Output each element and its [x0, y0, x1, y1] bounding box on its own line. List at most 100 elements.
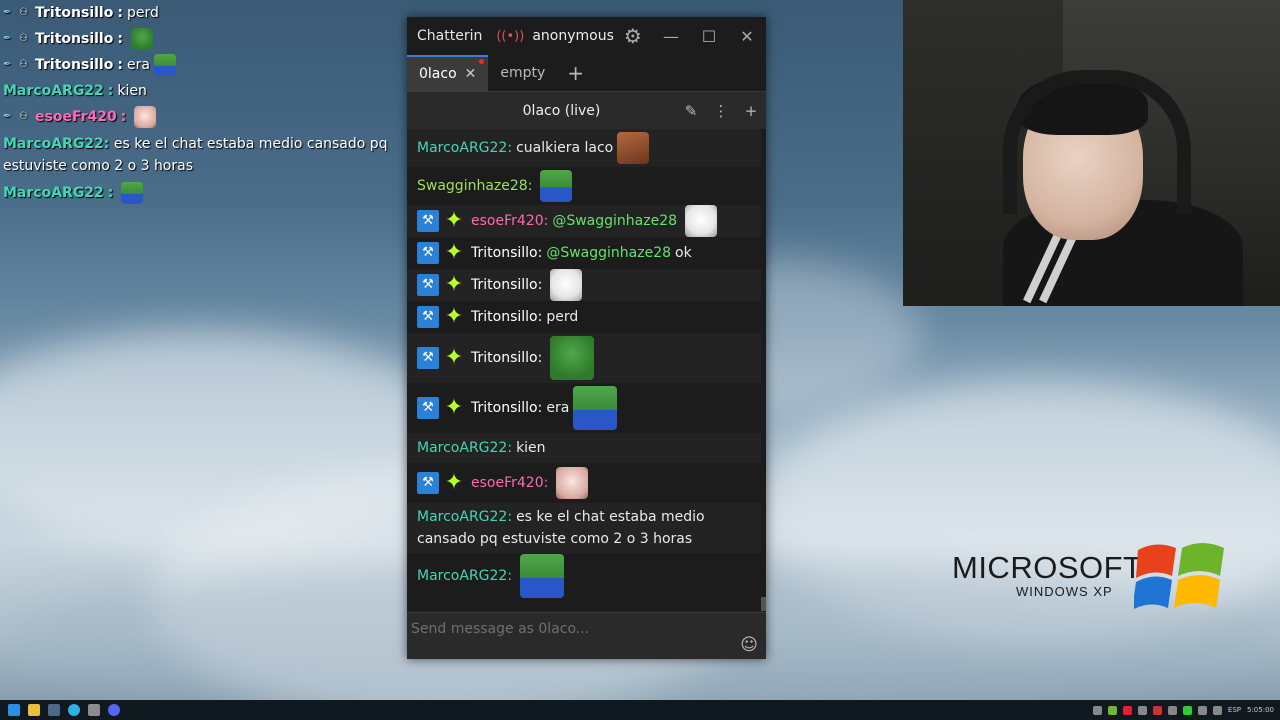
- vip-badge-icon[interactable]: ✦: [443, 397, 465, 419]
- maximize-button[interactable]: ☐: [690, 27, 728, 46]
- chat-username[interactable]: Tritonsillo: [471, 277, 538, 293]
- moderator-badge-icon[interactable]: ⚒: [417, 306, 439, 328]
- tab-0laco[interactable]: 0laco ✕: [407, 55, 489, 91]
- chat-username[interactable]: MarcoARG22: [417, 440, 507, 456]
- moderator-badge-icon[interactable]: ⚒: [417, 347, 439, 369]
- scrollbar[interactable]: [761, 129, 766, 611]
- overlay-username: Tritonsillo: [35, 5, 114, 21]
- vip-badge-icon[interactable]: ✦: [443, 306, 465, 328]
- logo-product: WINDOWS XP: [1016, 584, 1113, 599]
- message-input-area[interactable]: Send message as 0laco... ☺: [407, 612, 766, 659]
- language-indicator[interactable]: ESP: [1228, 706, 1241, 714]
- start-button[interactable]: [8, 704, 20, 716]
- vip-badge-icon[interactable]: ✦: [443, 210, 465, 232]
- file-explorer-icon[interactable]: [28, 704, 40, 716]
- tray-icon[interactable]: [1107, 705, 1117, 715]
- moderator-badge-icon[interactable]: ⚒: [417, 472, 439, 494]
- browser-icon[interactable]: [68, 704, 80, 716]
- steam-icon[interactable]: [48, 704, 60, 716]
- tray-icon[interactable]: [1152, 705, 1162, 715]
- chat-message[interactable]: MarcoARG22: es ke el chat estaba medio ca…: [407, 503, 761, 553]
- close-button[interactable]: ✕: [728, 27, 766, 46]
- chat-username[interactable]: Tritonsillo: [471, 350, 538, 366]
- vip-badge-icon: ⚇: [19, 111, 28, 122]
- chat-username[interactable]: Swagginhaze28: [417, 178, 528, 194]
- webcam-feed: [903, 0, 1280, 306]
- tray-icon[interactable]: [1092, 705, 1102, 715]
- chat-username[interactable]: Tritonsillo: [471, 309, 538, 325]
- moderator-badge-icon[interactable]: ⚒: [417, 274, 439, 296]
- vip-badge-icon[interactable]: ✦: [443, 347, 465, 369]
- chat-mention[interactable]: @Swagginhaze28: [552, 213, 677, 229]
- chat-username[interactable]: esoeFr420: [471, 213, 544, 229]
- face-emote: [617, 132, 650, 164]
- moderator-badge-icon[interactable]: ⚒: [417, 210, 439, 232]
- close-tab-icon[interactable]: ✕: [465, 66, 477, 82]
- scrollbar-thumb[interactable]: [761, 597, 766, 611]
- overlay-message: MarcoARG22: kien: [3, 78, 403, 104]
- tab-label: 0laco: [419, 66, 457, 82]
- app-icon[interactable]: [88, 704, 100, 716]
- pepe-emote: [550, 336, 595, 380]
- tab-empty[interactable]: empty: [488, 55, 557, 91]
- chat-message[interactable]: ⚒ ✦ esoeFr420:: [407, 463, 761, 503]
- chat-message[interactable]: MarcoARG22:: [407, 553, 761, 599]
- unread-indicator: [479, 59, 485, 64]
- pepewave-emote: [153, 54, 176, 76]
- vip-badge-icon[interactable]: ✦: [443, 472, 465, 494]
- moderator-badge-icon[interactable]: ⚒: [417, 242, 439, 264]
- discord-icon[interactable]: [108, 704, 120, 716]
- minimize-button[interactable]: —: [652, 27, 690, 46]
- chat-message[interactable]: Swagginhaze28:: [407, 167, 761, 205]
- chat-username[interactable]: MarcoARG22: [417, 568, 507, 584]
- overlay-message: ✒ ⚇ Tritonsillo:: [3, 26, 403, 52]
- chat-message[interactable]: ⚒ ✦ Tritonsillo: era: [407, 383, 761, 433]
- chat-message[interactable]: ⚒ ✦ esoeFr420: @Swagginhaze28: [407, 205, 761, 237]
- tray-icon[interactable]: [1182, 705, 1192, 715]
- tray-icon[interactable]: [1122, 705, 1132, 715]
- message-input-placeholder[interactable]: Send message as 0laco...: [411, 621, 589, 637]
- app-title: Chatterin: [417, 28, 483, 44]
- vip-badge-icon[interactable]: ✦: [443, 274, 465, 296]
- chat-message[interactable]: ⚒ ✦ Tritonsillo:: [407, 333, 761, 383]
- chat-username[interactable]: MarcoARG22: [417, 140, 507, 156]
- emoji-icon[interactable]: ☺: [740, 635, 758, 655]
- network-icon[interactable]: [1212, 705, 1222, 715]
- chat-message[interactable]: ⚒ ✦ Tritonsillo:: [407, 269, 761, 301]
- clock[interactable]: 5:05:00: [1247, 706, 1274, 714]
- overlay-username: Tritonsillo: [35, 57, 114, 73]
- channel-header: 0laco (live) ✎ ⋮ +: [407, 91, 766, 130]
- add-tab-button[interactable]: +: [557, 55, 594, 91]
- overlay-message-text: era: [126, 57, 150, 73]
- account-name[interactable]: anonymous: [532, 28, 614, 44]
- brush-icon[interactable]: ✎: [676, 102, 706, 120]
- live-icon[interactable]: ((•)): [496, 29, 524, 44]
- vip-badge-icon: ⚇: [19, 33, 28, 44]
- system-tray: ESP 5:05:00: [1092, 700, 1274, 720]
- chat-message[interactable]: MarcoARG22: kien: [407, 433, 761, 463]
- chat-username[interactable]: Tritonsillo: [471, 400, 538, 416]
- moderator-badge-icon[interactable]: ⚒: [417, 397, 439, 419]
- tray-icon[interactable]: [1167, 705, 1177, 715]
- more-options-icon[interactable]: ⋮: [706, 102, 736, 120]
- moderator-badge-icon: ✒: [3, 59, 12, 70]
- chat-username[interactable]: Tritonsillo: [471, 245, 538, 261]
- speaker-icon[interactable]: [1197, 705, 1207, 715]
- chat-username[interactable]: esoeFr420: [471, 475, 544, 491]
- chat-message[interactable]: MarcoARG22: cualkiera laco: [407, 129, 761, 167]
- pepewave-emote: [121, 182, 144, 204]
- tray-icon[interactable]: [1137, 705, 1147, 715]
- logo-brand: MICROSOFT: [952, 550, 1143, 585]
- chat-message-text: perd: [546, 309, 579, 325]
- gear-icon[interactable]: ⚙: [624, 24, 642, 48]
- chat-message[interactable]: ⚒ ✦ Tritonsillo: perd: [407, 301, 761, 333]
- chat-message[interactable]: ⚒ ✦ Tritonsillo: @Swagginhaze28 ok: [407, 237, 761, 269]
- windows-flag-icon: [1134, 543, 1224, 610]
- vip-badge-icon[interactable]: ✦: [443, 242, 465, 264]
- vip-badge-icon: ⚇: [19, 7, 28, 18]
- chat-mention[interactable]: @Swagginhaze28: [546, 245, 671, 261]
- chat-username[interactable]: MarcoARG22: [417, 509, 507, 525]
- pepe-emote: [130, 28, 153, 50]
- add-split-icon[interactable]: +: [736, 102, 766, 120]
- message-list[interactable]: MarcoARG22: cualkiera laco Swagginhaze28: ⚒…: [407, 129, 761, 611]
